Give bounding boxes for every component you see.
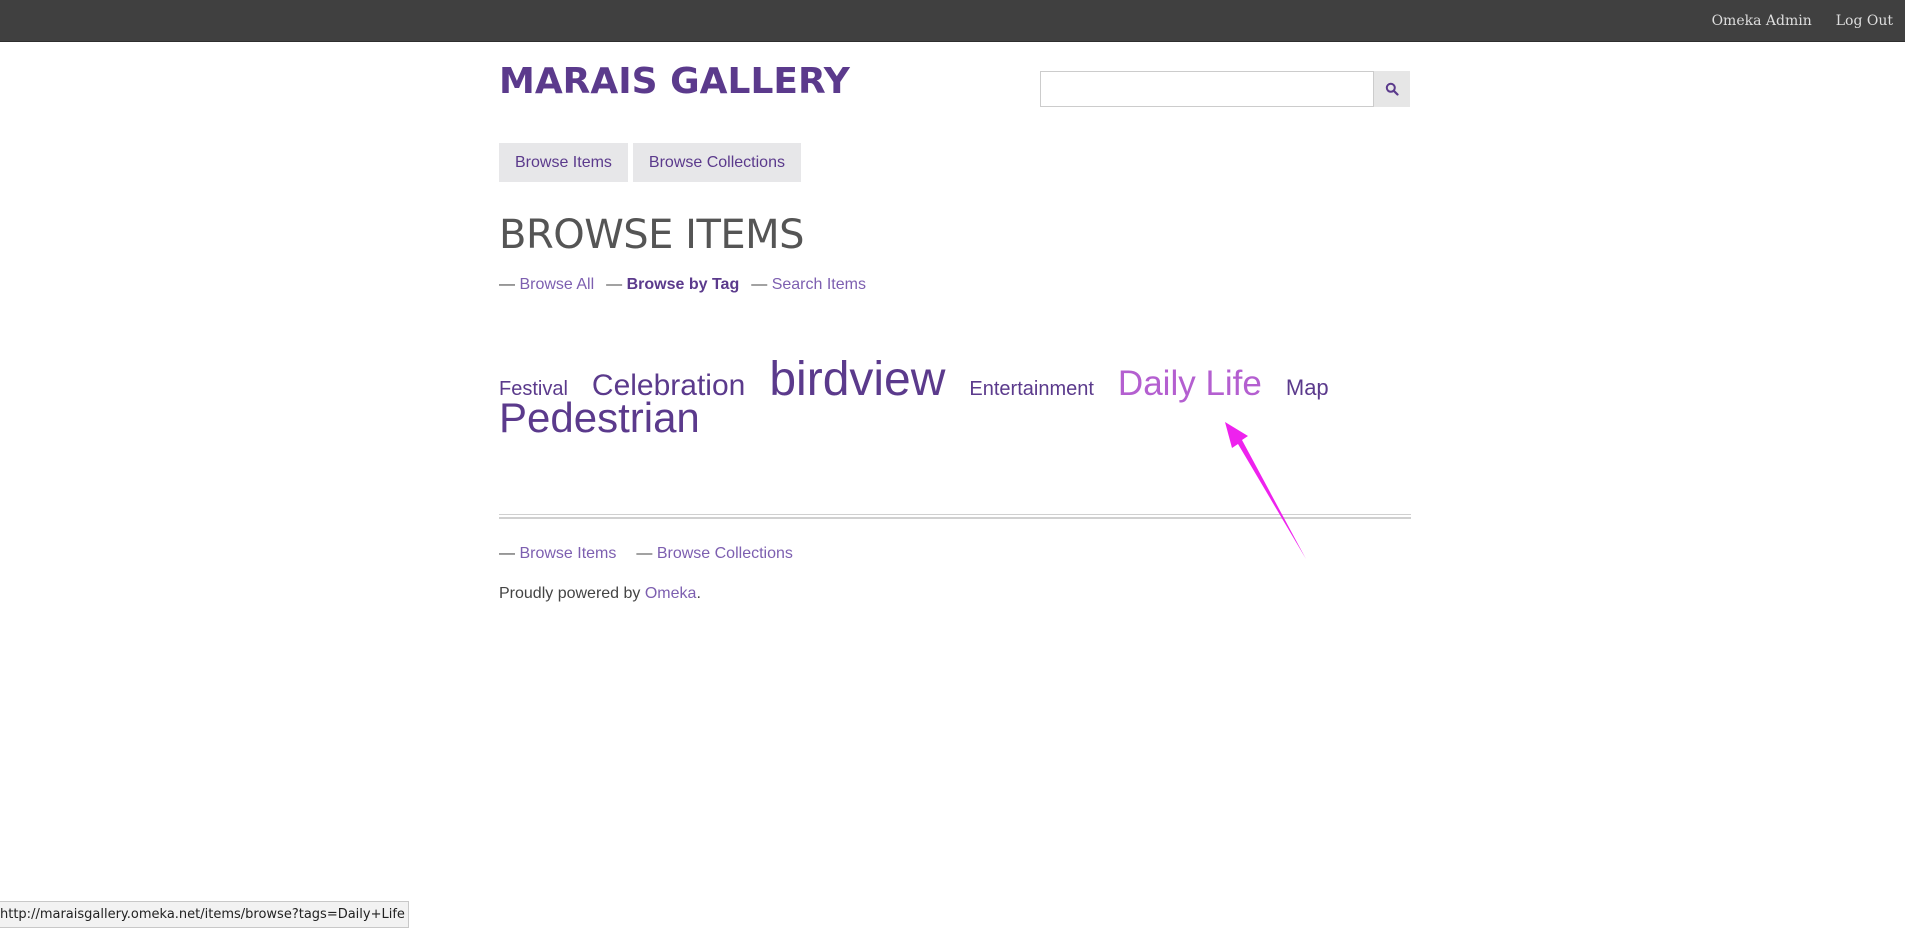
- admin-links: Omeka Admin Log Out: [1700, 0, 1905, 41]
- tag-entertainment[interactable]: Entertainment: [969, 378, 1094, 401]
- site-title[interactable]: MARAIS GALLERY: [499, 61, 850, 102]
- annotation-arrow: [1225, 422, 1306, 559]
- sub-nav-item-browse-all: — Browse All: [499, 276, 594, 294]
- footer-divider: [499, 514, 1411, 515]
- page-title: BROWSE ITEMS: [499, 212, 805, 258]
- search-items-link[interactable]: Search Items: [772, 276, 866, 293]
- footer-nav-item: — Browse Items: [499, 545, 616, 563]
- powered-by-text: Proudly powered by: [499, 585, 645, 602]
- omeka-link[interactable]: Omeka: [645, 585, 697, 602]
- nav-browse-items[interactable]: Browse Items: [499, 143, 628, 182]
- footer-nav-dash: —: [636, 545, 653, 562]
- footer-divider: [499, 517, 1411, 519]
- tag-cloud-row: Pedestrian: [499, 394, 1419, 442]
- powered-by-suffix: .: [696, 585, 701, 602]
- admin-bar: Omeka Admin Log Out: [0, 0, 1905, 42]
- powered-by: Proudly powered by Omeka.: [499, 585, 701, 603]
- sub-nav-item-search-items: — Search Items: [751, 276, 866, 294]
- footer-nav-item: — Browse Collections: [636, 545, 793, 563]
- search-input[interactable]: [1040, 71, 1375, 107]
- footer-nav-dash: —: [499, 545, 515, 562]
- tag-map[interactable]: Map: [1286, 375, 1329, 401]
- footer-nav: — Browse Items — Browse Collections: [499, 545, 813, 563]
- browse-all-link[interactable]: Browse All: [519, 276, 594, 293]
- tag-birdview[interactable]: birdview: [769, 352, 945, 407]
- search-icon: [1385, 82, 1399, 96]
- footer-browse-items-link[interactable]: Browse Items: [519, 545, 616, 562]
- sub-nav-dash: —: [499, 276, 515, 293]
- footer-browse-collections-link[interactable]: Browse Collections: [657, 545, 793, 562]
- tag-cloud: Festival Celebration birdview Entertainm…: [499, 352, 1419, 442]
- search-form: [1040, 71, 1410, 107]
- status-bar-url: http://maraisgallery.omeka.net/items/bro…: [0, 901, 409, 928]
- tag-daily-life[interactable]: Daily Life: [1118, 364, 1262, 404]
- top-nav: Browse Items Browse Collections: [499, 143, 806, 182]
- sub-nav-dash: —: [751, 276, 768, 293]
- tag-pedestrian[interactable]: Pedestrian: [499, 394, 700, 441]
- nav-browse-collections[interactable]: Browse Collections: [632, 143, 801, 182]
- sub-nav: — Browse All — Browse by Tag — Search It…: [499, 276, 878, 294]
- log-out-link[interactable]: Log Out: [1836, 13, 1893, 29]
- search-button[interactable]: [1374, 71, 1410, 107]
- omeka-admin-link[interactable]: Omeka Admin: [1712, 13, 1812, 29]
- sub-nav-item-browse-by-tag: — Browse by Tag: [606, 276, 739, 294]
- sub-nav-dash: —: [606, 276, 623, 293]
- browse-by-tag-link[interactable]: Browse by Tag: [627, 276, 740, 293]
